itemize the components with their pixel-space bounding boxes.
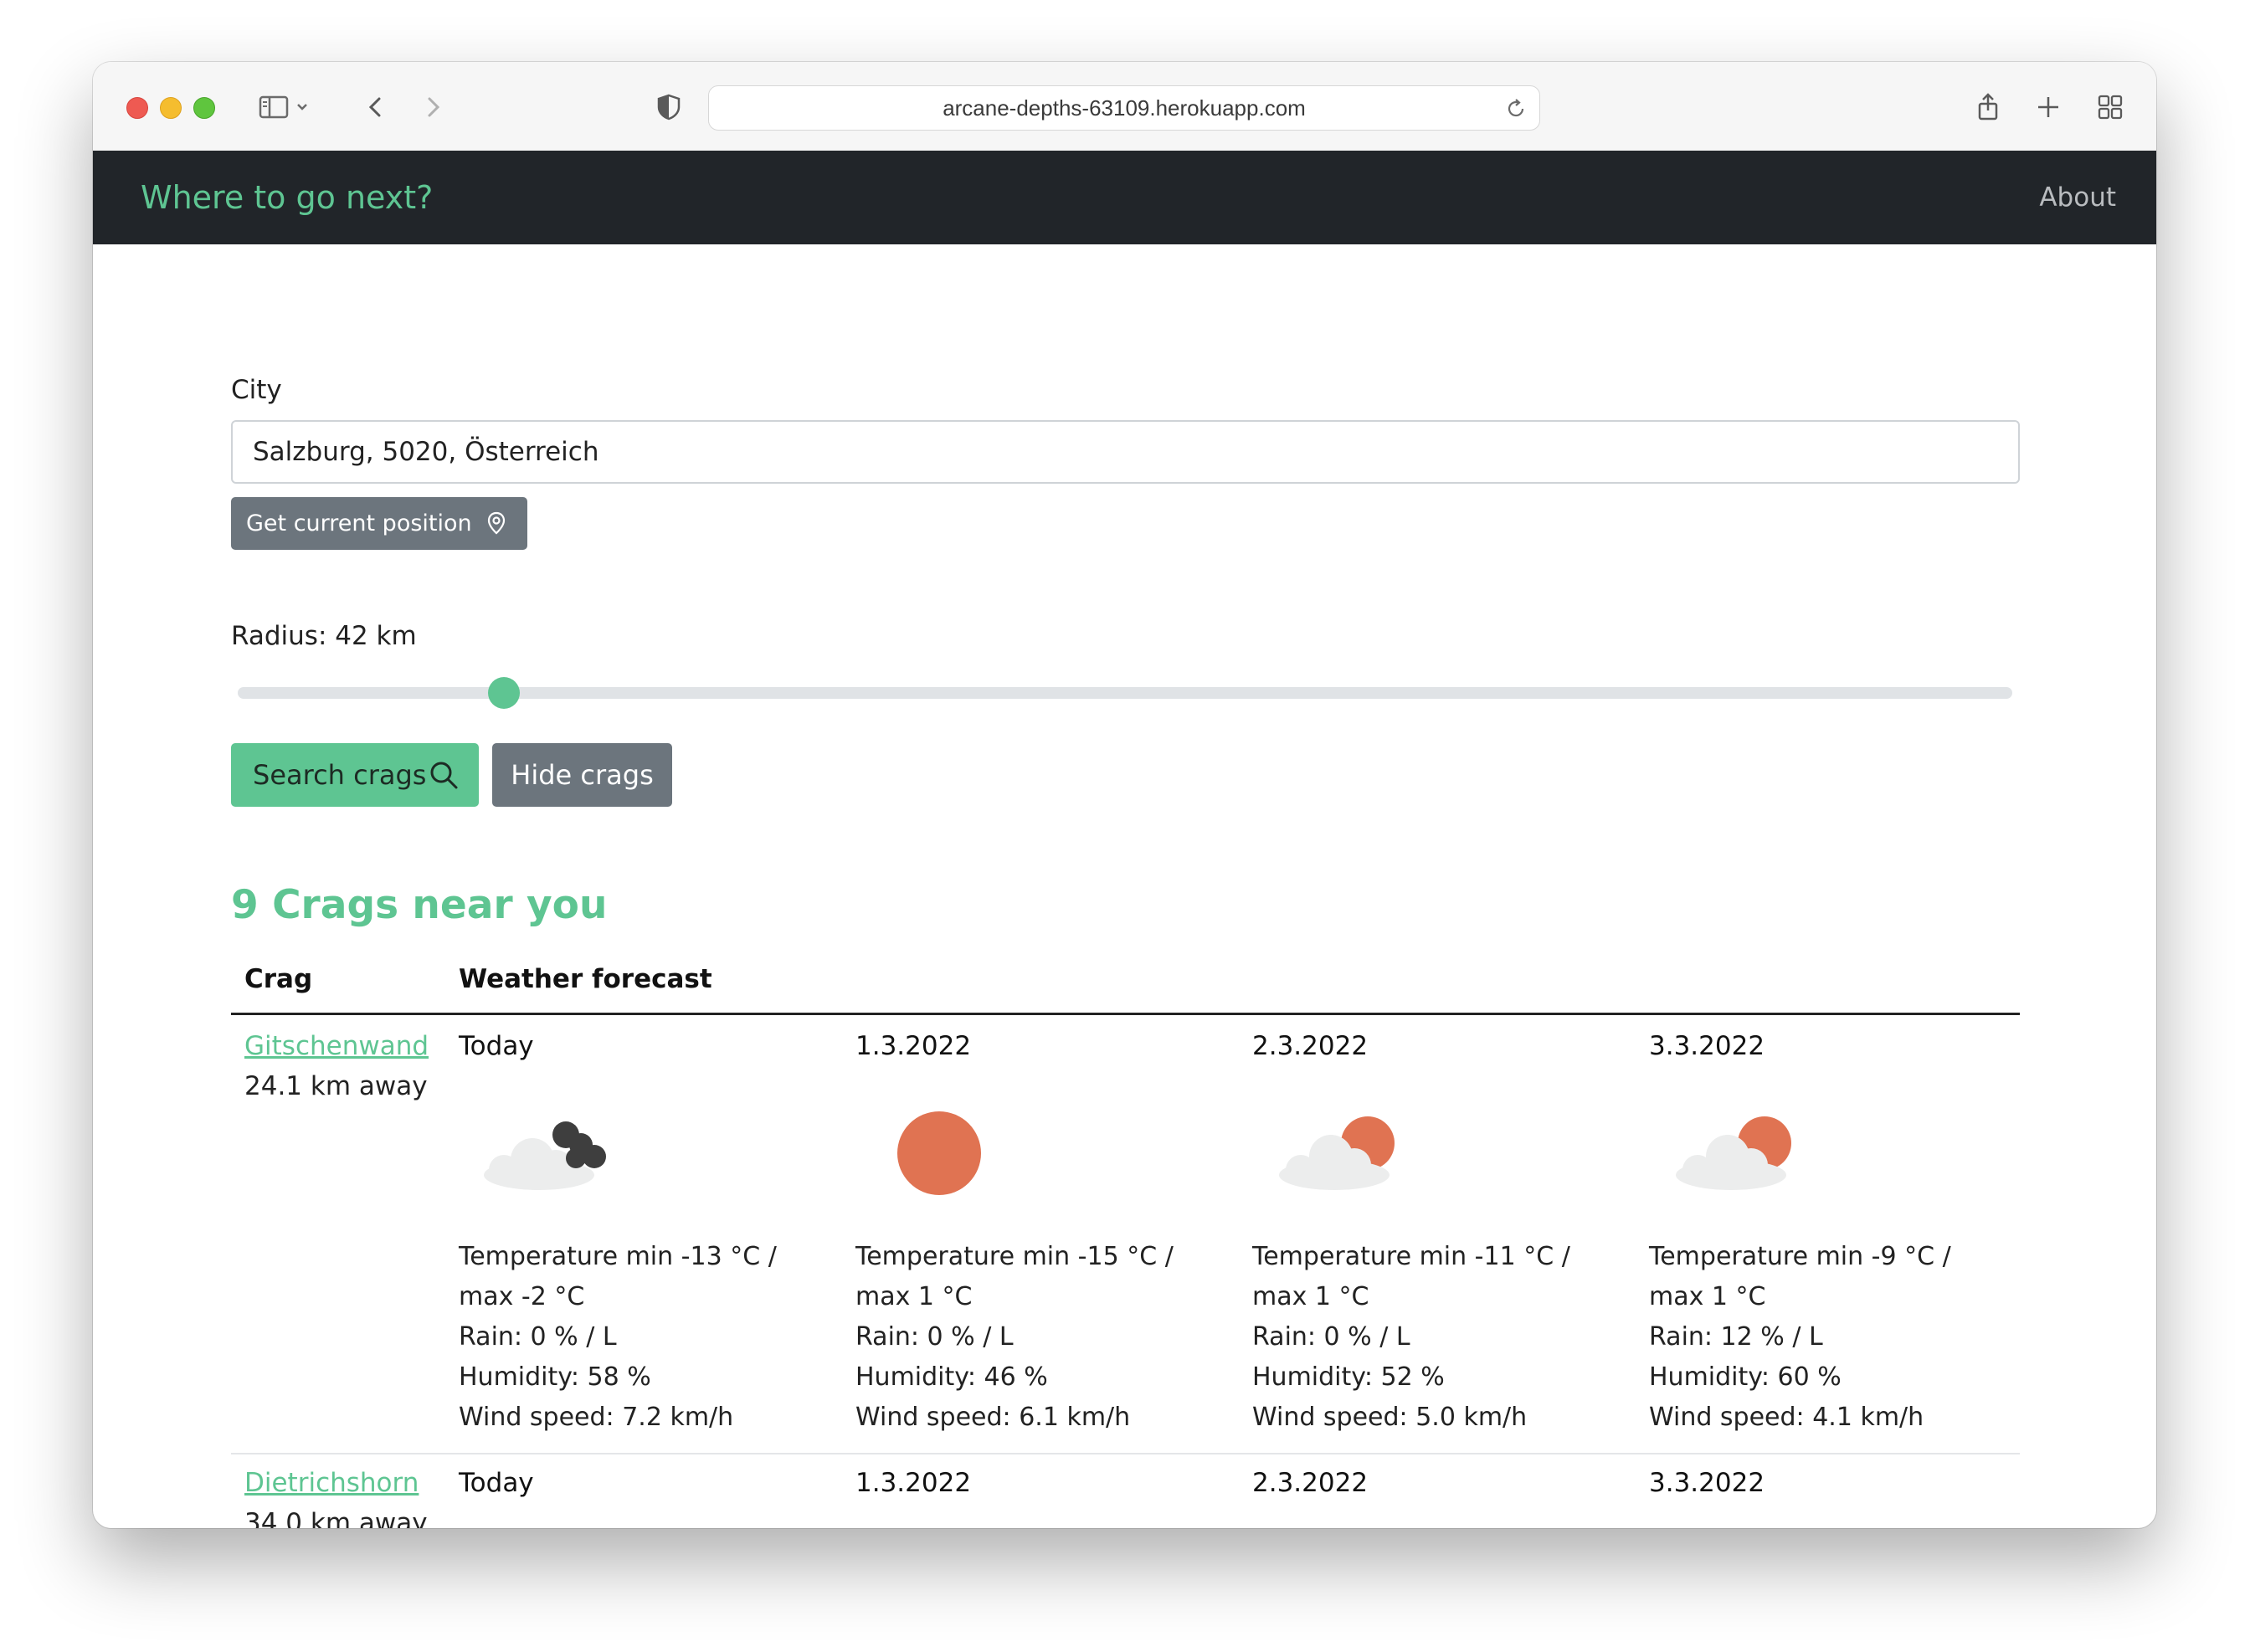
new-tab-icon[interactable] [2032, 90, 2065, 124]
sidebar-icon[interactable] [257, 90, 290, 124]
sun-icon [897, 1111, 981, 1195]
reload-icon[interactable] [1504, 97, 1528, 121]
dark-cloud-icon [484, 1121, 606, 1190]
browser-window: arcane-depths-63109.herokuapp.com Where … [93, 62, 2156, 1528]
get-current-position-button[interactable]: Get current position [231, 497, 527, 550]
forecast-details: Temperature min -9 °C / max 1 °C Rain: 1… [1649, 1237, 2017, 1438]
forecast-day-label: 1.3.2022 [855, 1468, 972, 1498]
humidity-value: Humidity: 60 % [1649, 1362, 1842, 1392]
crag-distance: 24.1 km away [244, 1071, 428, 1101]
maximize-window-button[interactable] [193, 97, 215, 119]
humidity-value: Humidity: 46 % [855, 1362, 1048, 1392]
temperature-line: max 1 °C [855, 1282, 973, 1311]
humidity-value: Humidity: 52 % [1252, 1362, 1445, 1392]
forecast-day-label: Today [459, 1468, 534, 1498]
temperature-line: Temperature min -11 °C / [1252, 1242, 1570, 1271]
rain-value: Rain: 0 % / L [855, 1322, 1014, 1352]
results-heading: 9 Crags near you [231, 882, 608, 928]
forecast-day-label: 2.3.2022 [1252, 1031, 1369, 1061]
wind-speed-value: Wind speed: 7.2 km/h [459, 1403, 734, 1432]
wind-speed-value: Wind speed: 4.1 km/h [1649, 1403, 1924, 1432]
forward-icon[interactable] [416, 90, 449, 124]
humidity-value: Humidity: 58 % [459, 1362, 651, 1392]
search-crags-button[interactable]: Search crags [231, 743, 479, 807]
radius-label: Radius: 42 km [231, 621, 417, 651]
temperature-line: Temperature min -13 °C / [459, 1242, 777, 1271]
brand-link[interactable]: Where to go next? [141, 151, 433, 244]
rain-value: Rain: 0 % / L [1252, 1322, 1410, 1352]
forecast-day-label: 2.3.2022 [1252, 1468, 1369, 1498]
tab-overview-icon[interactable] [2093, 90, 2127, 124]
browser-toolbar: arcane-depths-63109.herokuapp.com [93, 62, 2156, 151]
get-current-position-label: Get current position [246, 510, 472, 536]
navbar: Where to go next? About [93, 151, 2156, 244]
crag-distance: 34.0 km away [244, 1508, 428, 1528]
map-pin-icon [487, 511, 506, 535]
search-crags-label: Search crags [253, 759, 427, 791]
forecast-day-label: 3.3.2022 [1649, 1468, 1765, 1498]
wind-speed-value: Wind speed: 5.0 km/h [1252, 1403, 1528, 1432]
shield-icon[interactable] [652, 90, 686, 124]
partly-cloudy-icon [1279, 1116, 1395, 1190]
column-header-crag: Crag [244, 964, 313, 994]
share-icon[interactable] [1971, 90, 2005, 124]
about-link[interactable]: About [2039, 151, 2116, 244]
chevron-down-icon[interactable] [294, 90, 311, 124]
temperature-line: Temperature min -15 °C / [855, 1242, 1174, 1271]
url-text: arcane-depths-63109.herokuapp.com [943, 95, 1306, 121]
city-label: City [231, 375, 282, 405]
forecast-details: Temperature min -11 °C / max 1 °C Rain: … [1252, 1237, 1621, 1438]
partly-cloudy-icon [1676, 1116, 1791, 1190]
forecast-details: Temperature min -15 °C / max 1 °C Rain: … [855, 1237, 1224, 1438]
hide-crags-label: Hide crags [511, 759, 654, 791]
temperature-line: Temperature min -9 °C / [1649, 1242, 1951, 1271]
temperature-line: max -2 °C [459, 1282, 585, 1311]
minimize-window-button[interactable] [160, 97, 182, 119]
table-row-divider [231, 1453, 2020, 1454]
search-icon [430, 762, 458, 789]
city-input[interactable]: Salzburg, 5020, Österreich [231, 420, 2020, 484]
address-bar[interactable]: arcane-depths-63109.herokuapp.com [708, 85, 1540, 131]
crag-link-gitschenwand[interactable]: Gitschenwand [244, 1031, 429, 1061]
forecast-day-label: 3.3.2022 [1649, 1031, 1765, 1061]
column-header-weather: Weather forecast [459, 964, 712, 994]
forecast-details: Temperature min -13 °C / max -2 °C Rain:… [459, 1237, 827, 1438]
close-window-button[interactable] [126, 97, 148, 119]
temperature-line: max 1 °C [1252, 1282, 1369, 1311]
wind-speed-value: Wind speed: 6.1 km/h [855, 1403, 1131, 1432]
radius-slider-thumb[interactable] [488, 677, 520, 709]
crag-link-dietrichshorn[interactable]: Dietrichshorn [244, 1468, 419, 1498]
rain-value: Rain: 12 % / L [1649, 1322, 1823, 1352]
hide-crags-button[interactable]: Hide crags [492, 743, 672, 807]
temperature-line: max 1 °C [1649, 1282, 1766, 1311]
forecast-day-label: 1.3.2022 [855, 1031, 972, 1061]
rain-value: Rain: 0 % / L [459, 1322, 617, 1352]
back-icon[interactable] [359, 90, 393, 124]
table-header-divider [231, 1013, 2020, 1015]
forecast-day-label: Today [459, 1031, 534, 1061]
